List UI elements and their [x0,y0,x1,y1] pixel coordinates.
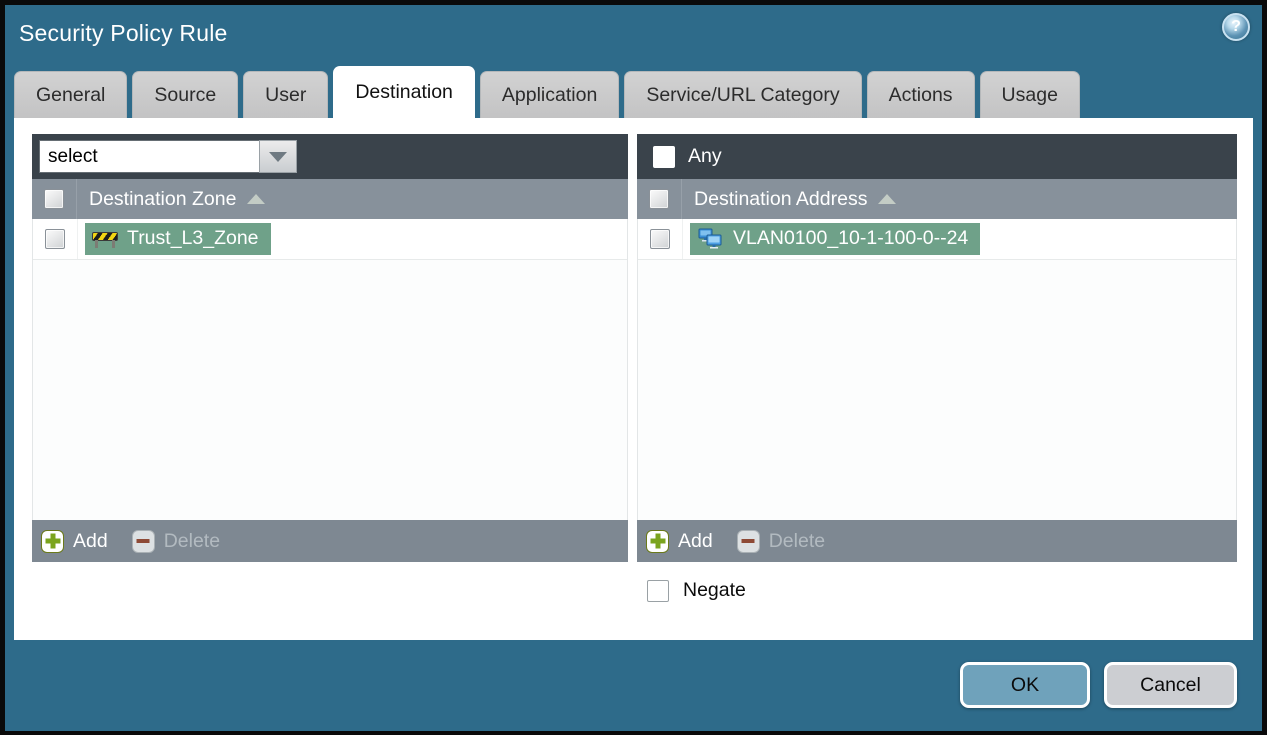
tab-destination[interactable]: Destination [333,66,475,118]
zone-column-header-label: Destination Zone [89,187,237,210]
help-icon[interactable]: ? [1222,13,1250,41]
plus-icon [646,529,670,553]
negate-label: Negate [683,579,746,601]
sort-ascending-icon [878,194,897,204]
panels-container: Destination Zone [14,118,1253,562]
any-label: Any [688,145,722,167]
address-select-all-checkbox[interactable] [649,189,670,209]
ok-button[interactable]: OK [960,662,1090,708]
sort-ascending-icon [247,194,266,204]
delete-label: Delete [768,529,826,552]
address-column-header[interactable]: Destination Address [694,187,897,211]
any-checkbox[interactable] [653,145,676,168]
tab-label: Usage [1001,83,1058,106]
zone-panel-toolbar [32,134,629,179]
address-header-checkbox-cell [637,179,683,219]
address-panel-toolbar: Any [637,134,1237,179]
zone-select-dropdown-button[interactable] [259,140,297,173]
address-grid-body: VLAN0100_10-1-100-0--24 [637,219,1237,520]
dialog-footer: OK Cancel [5,640,1262,730]
zone-icon [92,230,118,248]
destination-tab-content: Destination Zone [14,118,1253,640]
negate-row: Negate [647,579,1253,602]
add-address-button[interactable]: Add [646,529,713,553]
address-entry-label: VLAN0100_10-1-100-0--24 [733,227,969,249]
minus-icon [131,529,155,553]
zone-select-combobox [39,140,297,173]
address-entry-chip[interactable]: VLAN0100_10-1-100-0--24 [690,223,981,255]
add-zone-button[interactable]: Add [41,529,108,553]
zone-grid-body: Trust_L3_Zone [32,219,629,520]
address-row-checkbox[interactable] [650,229,671,249]
zone-grid-header: Destination Zone [32,179,629,219]
security-policy-rule-dialog: Security Policy Rule ? General Source Us… [5,5,1262,731]
destination-address-panel: Any Destination Address VLAN0100_10-1-10… [637,134,1237,562]
table-row[interactable]: Trust_L3_Zone [33,219,628,260]
zone-entry-chip[interactable]: Trust_L3_Zone [85,223,271,255]
tab-label: General [36,83,106,106]
address-grid-header: Destination Address [637,179,1237,219]
tab-label: User [265,83,307,106]
chevron-down-icon [269,151,287,162]
tab-label: Service/URL Category [646,83,840,106]
tab-service-url-category[interactable]: Service/URL Category [624,71,862,118]
negate-checkbox[interactable] [647,579,669,602]
tab-strip: General Source User Destination Applicat… [5,61,1262,118]
address-row-checkbox-cell [638,219,684,259]
dialog-frame: Security Policy Rule ? General Source Us… [0,0,1267,735]
help-glyph: ? [1231,18,1241,35]
cancel-button[interactable]: Cancel [1104,662,1237,708]
table-row[interactable]: VLAN0100_10-1-100-0--24 [638,219,1236,260]
add-label: Add [678,529,713,552]
plus-icon [41,529,64,553]
network-icon [698,228,722,249]
tab-usage[interactable]: Usage [979,71,1080,118]
address-grid-footer: Add Delete [637,520,1237,562]
zone-grid-footer: Add Delete [32,520,629,562]
delete-label: Delete [163,529,221,552]
minus-icon [736,529,760,553]
zone-select-all-checkbox[interactable] [44,189,64,209]
delete-address-button: Delete [736,529,826,553]
tab-general[interactable]: General [14,71,128,118]
add-label: Add [73,529,108,552]
delete-zone-button: Delete [131,529,221,553]
tab-label: Destination [355,81,453,103]
tab-application[interactable]: Application [479,71,620,118]
address-column-header-label: Destination Address [694,187,868,210]
zone-entry-label: Trust_L3_Zone [127,227,259,249]
tab-actions[interactable]: Actions [866,71,975,118]
tab-label: Application [501,83,598,106]
zone-row-checkbox[interactable] [45,229,65,249]
tab-label: Actions [888,83,953,106]
zone-row-checkbox-cell [33,219,78,259]
dialog-title: Security Policy Rule [19,19,228,46]
destination-zone-panel: Destination Zone [32,134,629,562]
tab-label: Source [154,83,217,106]
zone-select-input[interactable] [39,140,259,173]
title-bar: Security Policy Rule ? [5,5,1262,61]
zone-header-checkbox-cell [32,179,77,219]
tab-source[interactable]: Source [132,71,239,118]
tab-user[interactable]: User [243,71,329,118]
zone-column-header[interactable]: Destination Zone [89,187,266,211]
